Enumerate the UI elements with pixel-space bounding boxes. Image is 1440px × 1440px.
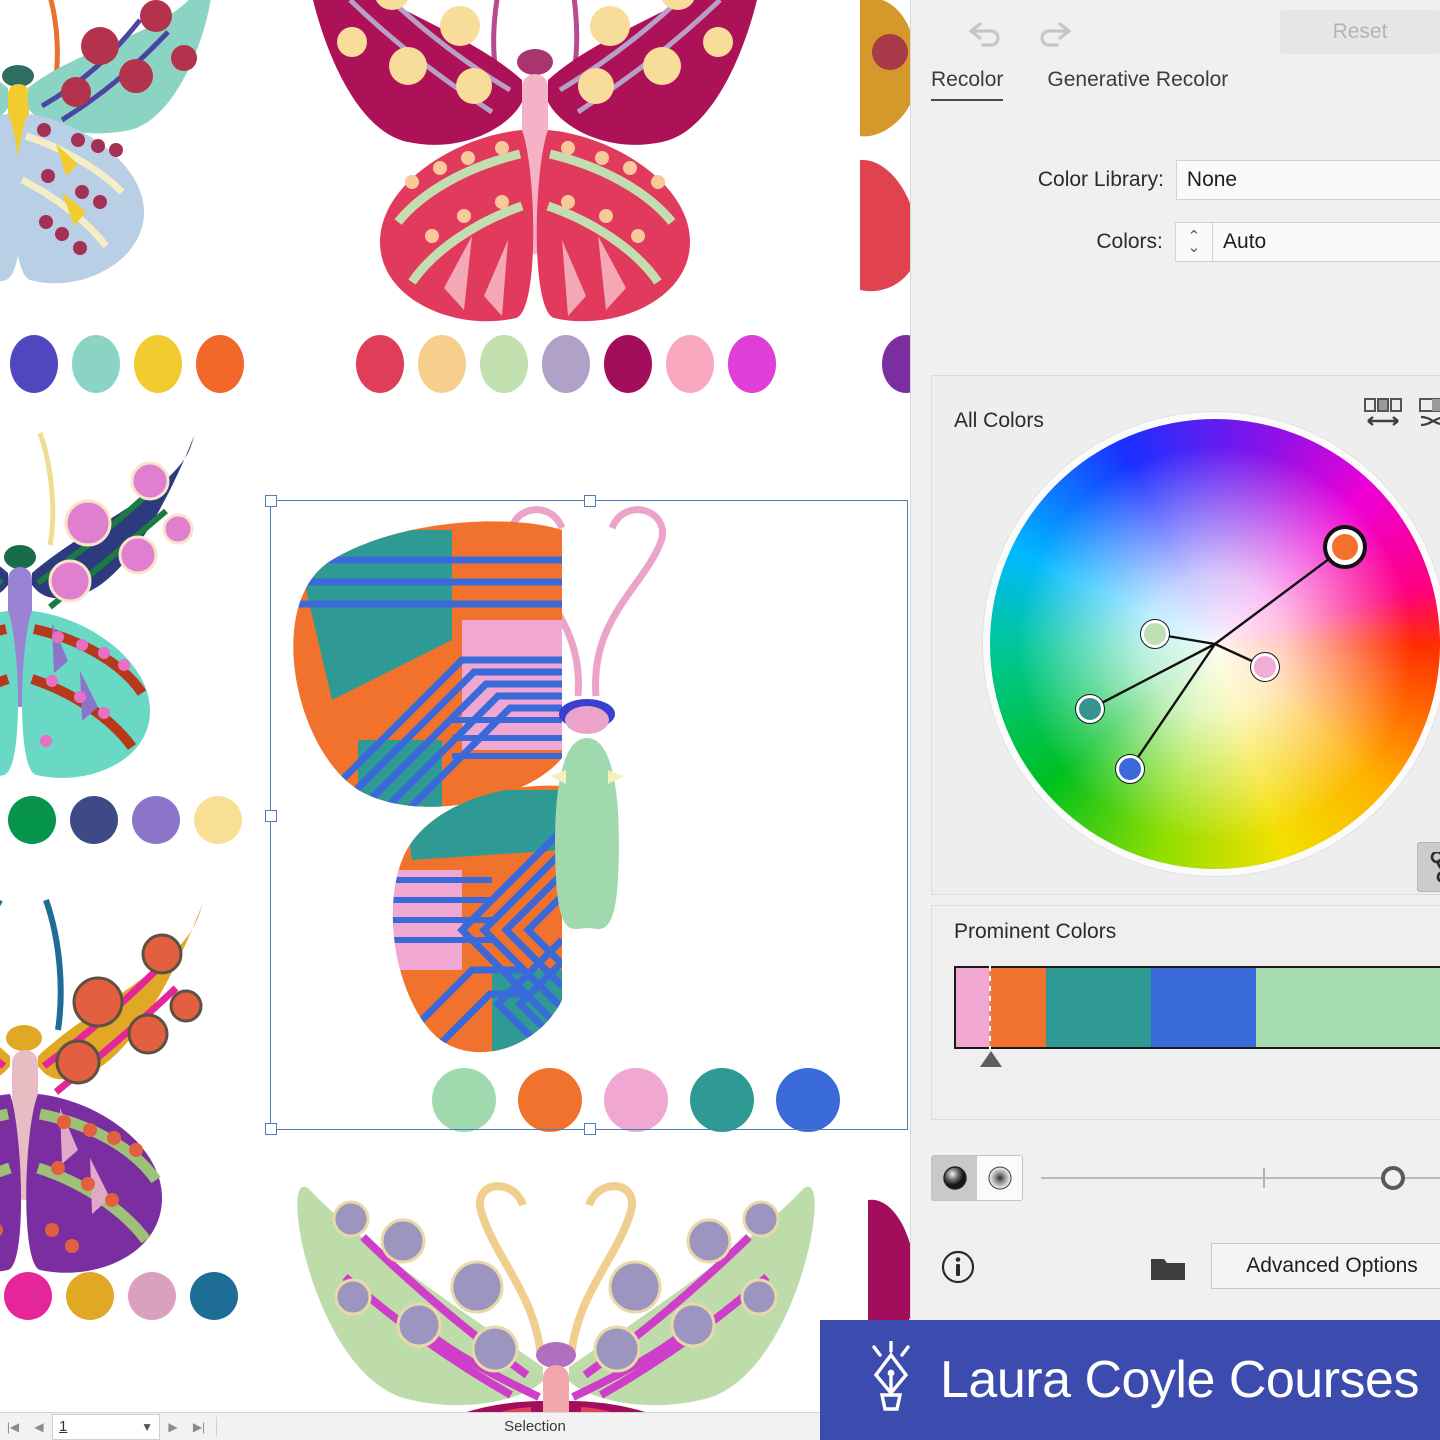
prominent-segment[interactable] [991, 968, 1046, 1047]
butterfly-bottom-left[interactable] [0, 890, 212, 1290]
last-page-icon[interactable]: ▶| [186, 1413, 212, 1440]
active-tool-status[interactable]: Selection [221, 1418, 849, 1435]
color-slider-thumb[interactable] [1381, 1166, 1405, 1190]
swatch[interactable] [776, 1068, 840, 1132]
next-page-icon[interactable]: ▶ [160, 1413, 186, 1440]
swatch[interactable] [196, 335, 244, 393]
panel-header: Reset [911, 0, 1440, 70]
recolor-artwork-panel: Reset Recolor Generative Recolor Color L… [910, 0, 1440, 1320]
wheel-handle-4[interactable] [1075, 694, 1105, 724]
color-wheel-card: All Colors [931, 375, 1440, 895]
swatch[interactable] [432, 1068, 496, 1132]
panel-footer: Advanced Options [911, 1130, 1440, 1320]
pen-nib-icon [872, 1341, 910, 1411]
butterfly-top-center[interactable] [310, 0, 760, 330]
swatch[interactable] [690, 1068, 754, 1132]
panel-tabs: Recolor Generative Recolor [911, 68, 1440, 116]
artboard-canvas[interactable] [0, 0, 910, 1412]
prominent-colors-divider[interactable] [989, 966, 991, 1049]
prominent-segment[interactable] [1151, 968, 1256, 1047]
swatch[interactable] [356, 335, 404, 393]
swatch[interactable] [728, 335, 776, 393]
color-slider-tick [1263, 1168, 1265, 1188]
info-icon[interactable] [939, 1248, 977, 1292]
wheel-handle-5[interactable] [1115, 754, 1145, 784]
prominent-colors-marker[interactable] [980, 1051, 1002, 1067]
swatch[interactable] [132, 796, 180, 844]
prominent-colors-bar[interactable] [954, 966, 1440, 1049]
previous-page-icon[interactable]: ◀ [26, 1413, 52, 1440]
swatch[interactable] [66, 1272, 114, 1320]
swatch[interactable] [194, 796, 242, 844]
swatch[interactable] [72, 335, 120, 393]
watermark-text: Laura Coyle Courses [940, 1351, 1419, 1409]
swatch-row-top-center[interactable] [356, 335, 776, 393]
prominent-segment[interactable] [1046, 968, 1151, 1047]
undo-arrow-icon[interactable] [963, 13, 1007, 53]
color-mode-toggle[interactable] [931, 1155, 1023, 1201]
swatch[interactable] [134, 335, 182, 393]
color-wheel[interactable] [990, 419, 1440, 869]
swatch[interactable] [190, 1272, 238, 1320]
tab-generative-recolor[interactable]: Generative Recolor [1047, 68, 1228, 99]
stepper-down-icon[interactable]: ⌄ [1188, 240, 1201, 255]
wheel-handle-primary[interactable] [1323, 525, 1367, 569]
first-page-icon[interactable]: |◀ [0, 1413, 26, 1440]
swatch[interactable] [480, 335, 528, 393]
wheel-handle-2[interactable] [1140, 619, 1170, 649]
colors-select[interactable]: Auto [1212, 222, 1440, 262]
swatch[interactable] [666, 335, 714, 393]
colors-label: Colors: [1096, 230, 1163, 253]
butterfly-mid-left[interactable] [0, 425, 210, 795]
watermark-banner: Laura Coyle Courses [820, 1320, 1440, 1440]
swatch-row-top-left[interactable] [10, 335, 244, 393]
swatch[interactable] [4, 1272, 52, 1320]
prominent-colors-label: Prominent Colors [954, 920, 1117, 943]
swatch[interactable] [518, 1068, 582, 1132]
chevron-down-icon[interactable]: ▼ [141, 1420, 153, 1434]
prominent-segment[interactable] [956, 968, 991, 1047]
butterfly-top-left[interactable] [0, 0, 260, 300]
advanced-options-button[interactable]: Advanced Options [1211, 1243, 1440, 1289]
color-library-label: Color Library: [1037, 168, 1164, 191]
swatch[interactable] [604, 1068, 668, 1132]
redo-arrow-icon[interactable] [1033, 13, 1077, 53]
swatch[interactable] [8, 796, 56, 844]
status-divider [216, 1416, 217, 1437]
chain-link-icon[interactable] [1417, 842, 1440, 892]
swatch-row-mid-left[interactable] [8, 796, 242, 844]
swatch-row-selected[interactable] [432, 1068, 840, 1132]
illustrator-window: |◀ ◀ 1 ▼ ▶ ▶| Selection ▶ ❮ [0, 0, 1440, 1440]
page-number-field[interactable]: 1 ▼ [52, 1413, 160, 1440]
butterfly-selected[interactable] [262, 500, 910, 1130]
swatch[interactable] [418, 335, 466, 393]
tab-recolor[interactable]: Recolor [931, 68, 1004, 101]
colors-stepper[interactable]: ⌃ ⌄ [1174, 222, 1213, 262]
swatch[interactable] [604, 335, 652, 393]
color-library-row: Color Library: None [911, 160, 1440, 200]
colors-row: Colors: ⌃ ⌄ Auto [911, 222, 1440, 262]
prominent-segment[interactable] [1256, 968, 1440, 1047]
reset-button[interactable]: Reset [1280, 10, 1440, 54]
wheel-handle-3[interactable] [1250, 652, 1280, 682]
swatch[interactable] [882, 335, 910, 393]
color-reduction-sphere-icon[interactable] [932, 1156, 977, 1200]
swatch[interactable] [70, 796, 118, 844]
swatch-row-bottom-left[interactable] [4, 1272, 238, 1320]
swatch[interactable] [128, 1272, 176, 1320]
butterfly-top-right-partial[interactable] [860, 0, 910, 300]
butterfly-bottom-center[interactable] [285, 1175, 825, 1412]
prominent-colors-card: Prominent Colors [931, 905, 1440, 1120]
harmony-lines [1089, 546, 1346, 770]
folder-icon[interactable] [1149, 1252, 1187, 1290]
page-number-value: 1 [59, 1418, 68, 1435]
color-library-select[interactable]: None [1175, 160, 1440, 200]
status-bar: |◀ ◀ 1 ▼ ▶ ▶| Selection ▶ ❮ [0, 1412, 910, 1440]
tint-sphere-icon[interactable] [977, 1156, 1022, 1200]
swatch[interactable] [542, 335, 590, 393]
swatch[interactable] [10, 335, 58, 393]
